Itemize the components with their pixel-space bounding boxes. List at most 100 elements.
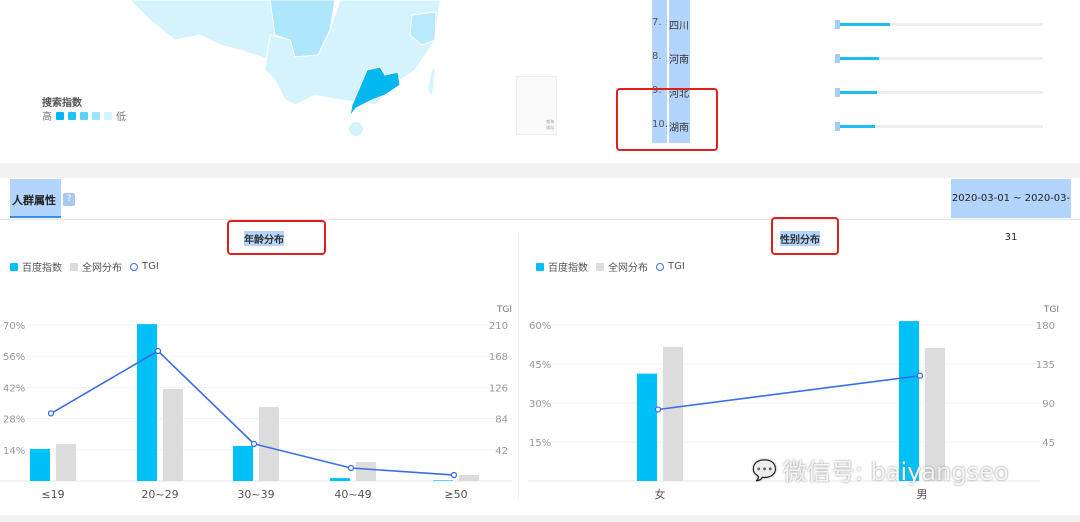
rank-number: 7.: [652, 17, 662, 28]
region-index-fill: [836, 57, 880, 60]
legend-low-label: 低: [116, 112, 126, 123]
region-index-bar: [835, 54, 1043, 63]
bar-baidu-index: [637, 373, 657, 481]
tgi-point: [347, 464, 355, 472]
bar-baidu-index: [137, 324, 157, 481]
map-legend-title: 搜索指数: [42, 98, 82, 109]
y-tick-label: 14%: [3, 446, 25, 457]
section-title: 人群属性: [12, 194, 56, 207]
tgi-point: [47, 410, 55, 417]
bar-handle: [835, 88, 840, 97]
region-index-bar: [835, 20, 1043, 29]
highlight-box: [616, 88, 718, 151]
date-range-picker[interactable]: 2020-03-01 ~ 2020-03-31: [951, 179, 1071, 243]
region-index-bar: [835, 88, 1043, 97]
tgi-point: [916, 372, 924, 379]
tgi-point: [450, 471, 458, 479]
bar-handle: [835, 20, 840, 29]
tgi-point: [250, 440, 258, 448]
legend-swatch: [68, 111, 76, 120]
legend-label[interactable]: 百度指数: [22, 259, 62, 274]
y2-tick-label: 42: [495, 446, 508, 457]
tgi-point: [654, 406, 662, 413]
x-tick-label: ≥50: [444, 488, 467, 501]
map-region-hainan: [349, 122, 363, 136]
x-tick-label: ≤19: [41, 488, 64, 501]
highlight-box: [227, 220, 326, 255]
legend-label[interactable]: TGI: [668, 261, 685, 272]
map-legend: 高 低: [42, 108, 126, 123]
x-tick-label: 30~39: [237, 488, 274, 501]
bar-all-network: [459, 474, 479, 481]
china-map: [129, 0, 441, 136]
region-index-bar: [835, 122, 1043, 131]
watermark: 💬 微信号: baiyangseo: [752, 452, 1009, 487]
y2-tick-label: 135: [1036, 360, 1055, 371]
y-tick-label: 60%: [529, 321, 551, 332]
legend-high-label: 高: [42, 112, 52, 123]
bar-all-network: [56, 444, 76, 481]
header-divider: [0, 219, 1080, 220]
y2-tick-label: 84: [495, 415, 508, 426]
bar-baidu-index: [30, 448, 50, 481]
y-tick-label: 56%: [3, 352, 25, 363]
bar-baidu-index: [330, 478, 350, 481]
legend-swatch: [80, 111, 88, 120]
rank-number: 8.: [652, 51, 662, 62]
legend-label[interactable]: 全网分布: [82, 259, 122, 274]
baidu-swatch: [536, 262, 544, 271]
footer-band: [0, 515, 1080, 522]
bar-handle: [835, 54, 840, 63]
age-distribution-chart: 14% 42 28% 84 42% 126 56% 168 70% 210 TGI ≤19 20~29 3…: [0, 305, 512, 501]
section-divider: [0, 163, 1080, 178]
y-tick-label: 15%: [529, 438, 551, 449]
region-name[interactable]: 四川: [669, 17, 689, 32]
legend-label[interactable]: TGI: [142, 261, 159, 272]
region-name[interactable]: 河南: [669, 51, 689, 66]
tgi-line: [657, 374, 921, 411]
south-sea-inset-map: 南海 诸岛: [516, 76, 557, 135]
watermark-text: 微信号: baiyangseo: [782, 458, 1009, 486]
y-tick-label: 45%: [529, 360, 551, 371]
bar-all-network: [663, 346, 683, 481]
region-index-fill: [836, 125, 876, 128]
y2-tick-label: 90: [1042, 399, 1055, 410]
legend-swatch: [56, 111, 64, 120]
legend-label[interactable]: 全网分布: [608, 259, 648, 274]
region-index-fill: [836, 91, 878, 94]
bar-baidu-index: [233, 446, 253, 481]
y-tick-label: 30%: [529, 399, 551, 410]
wechat-icon: 💬: [752, 457, 777, 482]
y-tick-label: 70%: [3, 321, 25, 332]
y2-axis-title: TGI: [1043, 305, 1059, 315]
all-swatch: [70, 262, 78, 271]
inset-label: 诸岛: [546, 125, 554, 130]
gender-chart-legend: 百度指数 全网分布 TGI: [536, 259, 685, 274]
bar-all-network: [356, 462, 376, 481]
map-region-taiwan: [428, 68, 435, 95]
bar-baidu-index: [433, 480, 453, 481]
highlight-box: [771, 217, 839, 255]
bar-all-network: [163, 388, 183, 481]
region-index-fill: [836, 23, 890, 26]
x-tick-label: 20~29: [141, 488, 178, 501]
bar-handle: [835, 122, 840, 131]
legend-swatch: [104, 111, 112, 120]
tgi-ring-icon: [130, 262, 138, 271]
y-tick-label: 42%: [3, 383, 25, 394]
baidu-swatch: [10, 262, 18, 271]
y2-tick-label: 45: [1042, 438, 1055, 449]
x-tick-label: 女: [655, 487, 666, 501]
y2-axis-title: TGI: [496, 305, 512, 315]
y2-tick-label: 126: [489, 383, 508, 394]
legend-swatch: [92, 111, 100, 120]
bar-all-network: [259, 407, 279, 481]
x-tick-label: 40~49: [334, 488, 371, 501]
y-tick-label: 28%: [3, 415, 25, 426]
tgi-point: [154, 347, 162, 355]
legend-label[interactable]: 百度指数: [548, 259, 588, 274]
tgi-ring-icon: [656, 262, 664, 271]
x-tick-label: 男: [917, 488, 928, 501]
chart-divider: [518, 232, 519, 500]
help-icon[interactable]: ?: [63, 193, 75, 206]
